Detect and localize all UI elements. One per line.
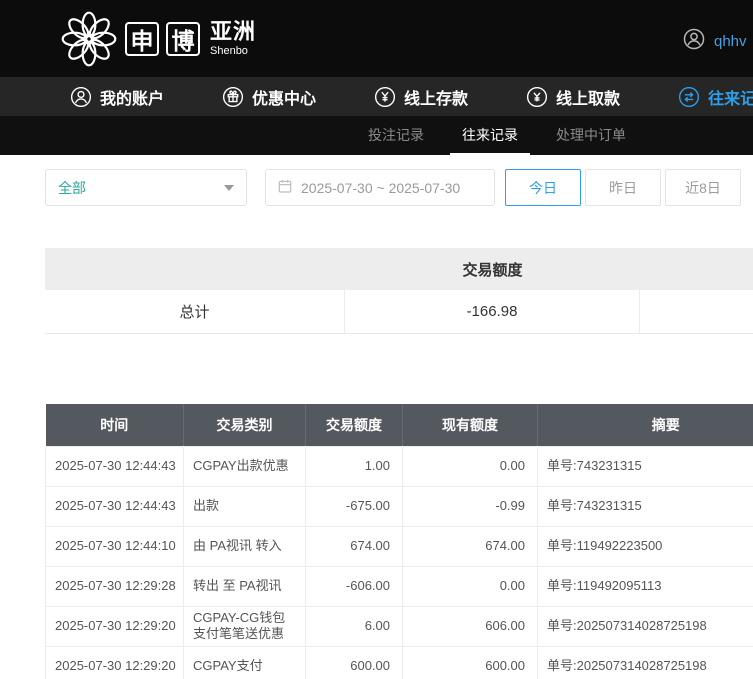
- brand-wordmark: 亚洲 Shenbo: [210, 18, 257, 57]
- cell-time: 2025-07-30 12:29:20: [45, 645, 184, 679]
- col-header-summary: 摘要: [537, 404, 753, 446]
- main-nav: 我的账户 优惠中心 线上存款 线上取款 往来记: [0, 77, 753, 116]
- summary-table: 交易额度 总计 -166.98: [45, 248, 753, 334]
- nav-label: 往来记录: [708, 90, 753, 108]
- cell-amount: 6.00: [305, 605, 403, 647]
- cell-time: 2025-07-30 12:29:20: [45, 605, 184, 647]
- type-select[interactable]: 全部: [45, 169, 247, 206]
- cell-type: 由 PA视讯 转入: [183, 525, 306, 567]
- nav-label: 我的账户: [100, 90, 165, 108]
- tab-processing-orders[interactable]: 处理中订单: [544, 116, 638, 155]
- nav-promotions[interactable]: 优惠中心: [222, 85, 316, 109]
- tab-bet-records[interactable]: 投注记录: [356, 116, 436, 155]
- summary-header-row: 交易额度: [45, 248, 753, 290]
- cell-amount: 674.00: [305, 525, 403, 567]
- record-tabs: 投注记录 往来记录 处理中订单: [0, 116, 753, 155]
- cell-summary: 单号:743231315: [537, 485, 753, 527]
- cell-balance: 0.00: [402, 565, 538, 607]
- nav-label: 优惠中心: [252, 90, 317, 108]
- cell-balance: 0.00: [402, 445, 538, 487]
- summary-total-spacer: [640, 290, 753, 333]
- brand-english-text: Shenbo: [210, 44, 248, 57]
- col-header-amount: 交易额度: [305, 404, 403, 446]
- nav-online-withdraw[interactable]: 线上取款: [526, 85, 620, 109]
- cell-summary: 单号:119492095113: [537, 565, 753, 607]
- table-row: 2025-07-30 12:44:43 CGPAY出款优惠 1.00 0.00 …: [45, 445, 753, 487]
- cell-balance: 606.00: [402, 605, 538, 647]
- calendar-icon: [277, 178, 293, 197]
- summary-total-label: 总计: [45, 290, 345, 333]
- brand-char-bo: 博: [166, 21, 200, 56]
- last-8-days-button[interactable]: 近8日: [665, 169, 741, 206]
- date-range-input[interactable]: 2025-07-30 ~ 2025-07-30: [265, 169, 495, 206]
- exchange-records-icon: [678, 86, 700, 108]
- caret-down-icon: [224, 185, 234, 191]
- yesterday-button[interactable]: 昨日: [585, 169, 661, 206]
- lotus-flower-icon: [60, 10, 118, 68]
- cell-amount: -606.00: [305, 565, 403, 607]
- cell-amount: 600.00: [305, 645, 403, 679]
- table-row: 2025-07-30 12:29:28 转出 至 PA视讯 -606.00 0.…: [45, 565, 753, 607]
- date-range-value: 2025-07-30 ~ 2025-07-30: [301, 179, 461, 196]
- cell-type: 转出 至 PA视讯: [183, 565, 306, 607]
- today-button[interactable]: 今日: [505, 169, 581, 206]
- nav-my-account[interactable]: 我的账户: [70, 85, 164, 109]
- gift-icon: [222, 86, 244, 108]
- cell-summary: 单号:743231315: [537, 445, 753, 487]
- col-header-type: 交易类别: [183, 404, 306, 446]
- cell-time: 2025-07-30 12:44:43: [45, 485, 184, 527]
- table-header-row: 时间 交易类别 交易额度 现有额度 摘要: [45, 404, 753, 446]
- cell-summary: 单号:202507314028725198: [537, 645, 753, 679]
- nav-transaction-records[interactable]: 往来记录: [678, 85, 753, 109]
- brand-region-text: 亚洲: [210, 18, 257, 44]
- cell-type: CGPAY出款优惠: [183, 445, 306, 487]
- table-row: 2025-07-30 12:44:10 由 PA视讯 转入 674.00 674…: [45, 525, 753, 567]
- brand-char-shen: 申: [125, 21, 159, 56]
- cell-time: 2025-07-30 12:44:10: [45, 525, 184, 567]
- type-select-value: 全部: [58, 179, 86, 196]
- top-header: 申 博 亚洲 Shenbo qhhv: [0, 0, 753, 77]
- filter-bar: 全部 2025-07-30 ~ 2025-07-30 今日 昨日 近8日: [45, 169, 753, 206]
- withdraw-coin-icon: [526, 86, 548, 108]
- summary-total-value: -166.98: [345, 290, 640, 333]
- username: qhhv: [714, 33, 747, 50]
- table-row: 2025-07-30 12:29:20 CGPAY支付 600.00 600.0…: [45, 645, 753, 679]
- brand-logo[interactable]: 申 博 亚洲 Shenbo: [60, 10, 256, 68]
- summary-total-row: 总计 -166.98: [45, 290, 753, 334]
- summary-header-label: 交易额度: [462, 261, 523, 279]
- cell-summary: 单号:119492223500: [537, 525, 753, 567]
- cell-balance: 600.00: [402, 645, 538, 679]
- deposit-coin-icon: [374, 86, 396, 108]
- cell-summary: 单号:202507314028725198: [537, 605, 753, 647]
- records-table: 时间 交易类别 交易额度 现有额度 摘要 2025-07-30 12:44:43…: [45, 404, 753, 679]
- summary-header-spacer: [45, 248, 345, 290]
- summary-header-spacer: [640, 248, 753, 290]
- table-row: 2025-07-30 12:44:43 出款 -675.00 -0.99 单号:…: [45, 485, 753, 527]
- cell-balance: -0.99: [402, 485, 538, 527]
- avatar-icon: [683, 28, 705, 55]
- cell-type: CGPAY支付: [183, 645, 306, 679]
- cell-amount: -675.00: [305, 485, 403, 527]
- table-row: 2025-07-30 12:29:20 CGPAY-CG钱包支付笔笔送优惠 6.…: [45, 605, 753, 647]
- nav-label: 线上取款: [556, 90, 621, 108]
- cell-type: 出款: [183, 485, 306, 527]
- tab-transaction-records[interactable]: 往来记录: [450, 116, 530, 155]
- cell-time: 2025-07-30 12:44:43: [45, 445, 184, 487]
- col-header-time: 时间: [45, 404, 184, 446]
- user-account[interactable]: qhhv: [683, 28, 747, 55]
- page-root: 申 博 亚洲 Shenbo qhhv 我的账户 优惠中心 线上存款 线上取款 往…: [0, 0, 753, 679]
- col-header-balance: 现有额度: [402, 404, 538, 446]
- cell-balance: 674.00: [402, 525, 538, 567]
- cell-amount: 1.00: [305, 445, 403, 487]
- user-circle-icon: [70, 86, 92, 108]
- cell-time: 2025-07-30 12:29:28: [45, 565, 184, 607]
- nav-label: 线上存款: [404, 90, 469, 108]
- nav-online-deposit[interactable]: 线上存款: [374, 85, 468, 109]
- cell-type: CGPAY-CG钱包支付笔笔送优惠: [183, 605, 306, 647]
